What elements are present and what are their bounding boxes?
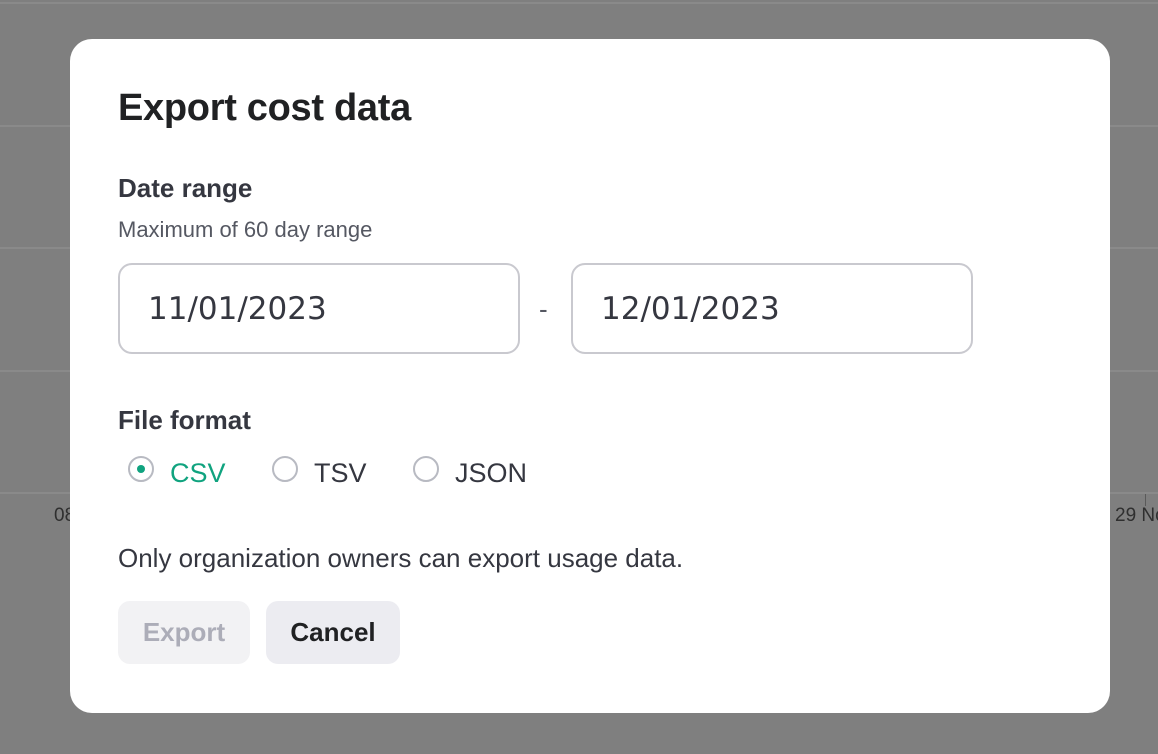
format-option-json[interactable]: JSON bbox=[413, 453, 527, 493]
radio-button-csv[interactable] bbox=[128, 456, 154, 482]
radio-selected-dot bbox=[137, 465, 145, 473]
file-format-label: File format bbox=[118, 405, 251, 435]
export-button[interactable]: Export bbox=[118, 601, 250, 664]
end-date-input[interactable] bbox=[571, 263, 973, 354]
format-option-label: CSV bbox=[170, 457, 226, 488]
start-date-input[interactable] bbox=[118, 263, 520, 354]
date-range-label: Date range bbox=[118, 173, 253, 203]
format-option-label: JSON bbox=[455, 457, 528, 488]
radio-button-tsv[interactable] bbox=[272, 456, 298, 482]
radio-button-json[interactable] bbox=[413, 456, 439, 482]
chart-gridline bbox=[0, 2, 1158, 4]
dialog-title: Export cost data bbox=[118, 87, 411, 129]
format-option-label: TSV bbox=[314, 457, 367, 488]
permission-notice: Only organization owners can export usag… bbox=[118, 543, 684, 573]
format-option-csv[interactable]: CSV bbox=[128, 453, 226, 493]
date-range-separator: - bbox=[539, 294, 548, 324]
chart-x-tick-label: 29 No bbox=[1115, 505, 1158, 526]
export-dialog: Export cost data Date range Maximum of 6… bbox=[70, 39, 1110, 713]
cancel-button[interactable]: Cancel bbox=[266, 601, 400, 664]
format-option-tsv[interactable]: TSV bbox=[272, 453, 367, 493]
date-range-hint: Maximum of 60 day range bbox=[118, 217, 373, 242]
